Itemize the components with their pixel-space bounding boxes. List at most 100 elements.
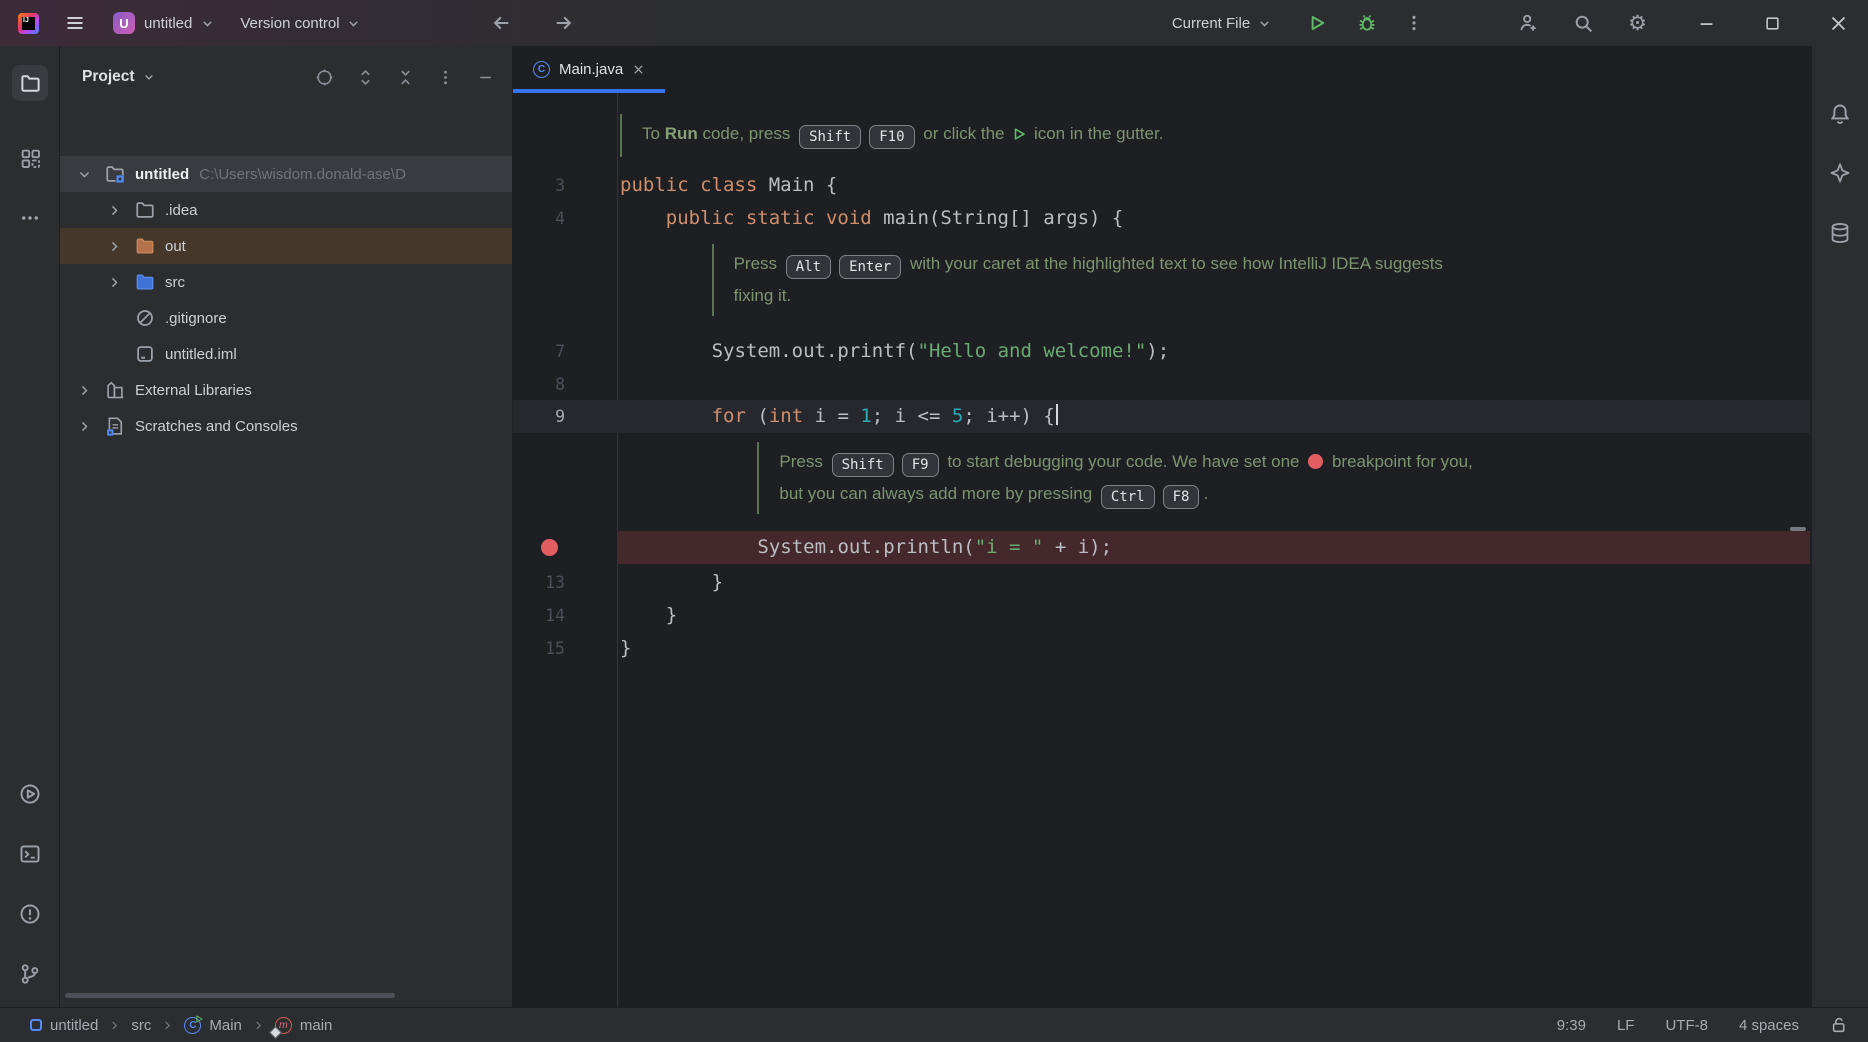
folder-icon (20, 73, 41, 94)
tree-item-untitled[interactable]: untitledC:\Users\wisdom.donald-ase\D (60, 156, 512, 192)
tree-chevron-right-icon[interactable] (108, 240, 135, 253)
version-control-tool-window-button[interactable] (12, 956, 48, 992)
code-line[interactable]: System.out.printf("Hello and welcome!"); (712, 335, 1170, 368)
breadcrumb-main[interactable]: CMain (184, 1017, 242, 1034)
breadcrumb-main[interactable]: mmain (275, 1017, 333, 1034)
main-menu-button[interactable] (65, 13, 85, 33)
tree-chevron-right-icon[interactable] (78, 420, 105, 433)
more-actions-button[interactable] (1405, 14, 1423, 32)
line-number-13[interactable]: 13 (513, 566, 565, 599)
maximize-button[interactable] (1764, 15, 1781, 32)
close-button[interactable] (1829, 14, 1848, 33)
database-icon (1829, 222, 1851, 244)
key-chip-shift: Shift (799, 125, 861, 149)
version-control-label: Version control (240, 15, 339, 32)
database-button[interactable] (1822, 215, 1858, 251)
tab-main-java[interactable]: C Main.java (513, 46, 665, 93)
titlebar: U untitled Version control Current File (0, 0, 1868, 46)
code-line[interactable]: } (712, 566, 723, 599)
project-widget[interactable]: U untitled (113, 12, 214, 34)
navigate-forward-button[interactable] (553, 0, 573, 46)
breakpoint-gutter-dot[interactable] (541, 539, 558, 556)
run-button[interactable] (1307, 13, 1327, 33)
ignored-file-icon (135, 308, 159, 328)
tree-item-external-libraries[interactable]: External Libraries (60, 372, 512, 408)
tree-item-scratches-and-consoles[interactable]: Scratches and Consoles (60, 408, 512, 444)
terminal-tool-window-button[interactable] (12, 836, 48, 872)
tree-chevron-right-icon[interactable] (108, 276, 135, 289)
line-number-14[interactable]: 14 (513, 599, 565, 632)
run-tool-window-button[interactable] (12, 776, 48, 812)
project-tool-window-button[interactable] (12, 65, 48, 101)
project-panel-title: Project (82, 68, 135, 86)
breadcrumb-src[interactable]: src (131, 1017, 151, 1034)
run-configuration-selector[interactable]: Current File (1172, 15, 1271, 32)
tree-item-untitled-iml[interactable]: untitled.iml (60, 336, 512, 372)
tree-item-label: .idea (165, 202, 198, 219)
project-folder-icon (105, 164, 129, 184)
status-file-encoding[interactable]: UTF-8 (1665, 1017, 1708, 1034)
code-editor[interactable]: To Run code, press ShiftF10 or click the… (513, 93, 1811, 1007)
close-tab-icon[interactable] (632, 63, 645, 76)
code-line[interactable]: System.out.println("i = " + i); (757, 531, 1112, 564)
line-number-15[interactable]: 15 (513, 632, 565, 665)
collapse-all-icon[interactable] (397, 69, 414, 86)
debug-button[interactable] (1357, 13, 1377, 33)
code-line[interactable]: for (int i = 1; i <= 5; i++) { (712, 400, 1058, 433)
project-panel-title-dropdown[interactable]: Project (82, 68, 155, 86)
notifications-button[interactable] (1822, 96, 1858, 132)
chevron-down-icon (347, 17, 360, 30)
key-chip-f8: F8 (1163, 485, 1200, 509)
line-number-3[interactable]: 3 (513, 169, 565, 202)
folder-icon (135, 200, 159, 220)
tree-item-out[interactable]: out (60, 228, 512, 264)
status-bar: untitled src CMain mmain 9:39 LF UTF-8 4 space… (0, 1007, 1868, 1042)
tree-chevron-down-icon[interactable] (78, 168, 105, 181)
ai-assistant-button[interactable] (1822, 155, 1858, 191)
tree-item-src[interactable]: src (60, 264, 512, 300)
structure-icon (20, 148, 41, 169)
code-with-me-button[interactable] (1518, 13, 1539, 34)
search-everywhere-button[interactable] (1573, 13, 1594, 34)
navigate-back-button[interactable] (492, 0, 512, 46)
folder-excluded-icon (135, 236, 159, 256)
settings-button[interactable]: ⚙ (1628, 13, 1647, 34)
breadcrumb-label: main (300, 1017, 333, 1034)
status-line-ending[interactable]: LF (1617, 1017, 1635, 1034)
structure-tool-window-button[interactable] (12, 140, 48, 176)
line-number-9[interactable]: 9 (513, 400, 565, 433)
breadcrumb-untitled[interactable]: untitled (30, 1017, 98, 1034)
line-number-7[interactable]: 7 (513, 335, 565, 368)
tree-chevron-right-icon[interactable] (78, 384, 105, 397)
code-line[interactable]: } (620, 632, 631, 665)
status-caret-position[interactable]: 9:39 (1557, 1017, 1586, 1034)
line-number-8[interactable]: 8 (513, 368, 565, 401)
problems-tool-window-button[interactable] (12, 896, 48, 932)
intellij-window: U untitled Version control Current File (0, 0, 1868, 1042)
tree-item--gitignore[interactable]: .gitignore (60, 300, 512, 336)
version-control-widget[interactable]: Version control (240, 15, 359, 32)
project-panel-scrollbar[interactable] (65, 993, 395, 998)
code-line[interactable]: } (666, 599, 677, 632)
key-chip-ctrl: Ctrl (1101, 485, 1155, 509)
more-horizontal-icon (20, 208, 40, 228)
file-writable-lock-icon[interactable] (1830, 1016, 1848, 1034)
inline-hint: To Run code, press ShiftF10 or click the… (620, 114, 1163, 157)
tree-chevron-right-icon[interactable] (108, 204, 135, 217)
expand-all-icon[interactable] (357, 69, 374, 86)
project-tree: untitledC:\Users\wisdom.donald-ase\D .ide… (60, 156, 512, 444)
status-indent-setting[interactable]: 4 spaces (1739, 1017, 1799, 1034)
key-chip-shift: Shift (832, 453, 894, 477)
select-opened-file-icon[interactable] (315, 68, 334, 87)
tree-item--idea[interactable]: .idea (60, 192, 512, 228)
hide-panel-icon[interactable] (477, 69, 494, 86)
panel-options-icon[interactable] (437, 69, 454, 86)
tree-item-label: untitled.iml (165, 346, 237, 363)
minimize-button[interactable] (1697, 14, 1716, 33)
text-caret (1056, 404, 1058, 425)
more-tool-windows-button[interactable] (12, 200, 48, 236)
line-number-4[interactable]: 4 (513, 202, 565, 235)
code-line[interactable]: public class Main { (620, 169, 837, 202)
code-line[interactable]: public static void main(String[] args) { (666, 202, 1124, 235)
java-class-icon: C (533, 61, 550, 78)
